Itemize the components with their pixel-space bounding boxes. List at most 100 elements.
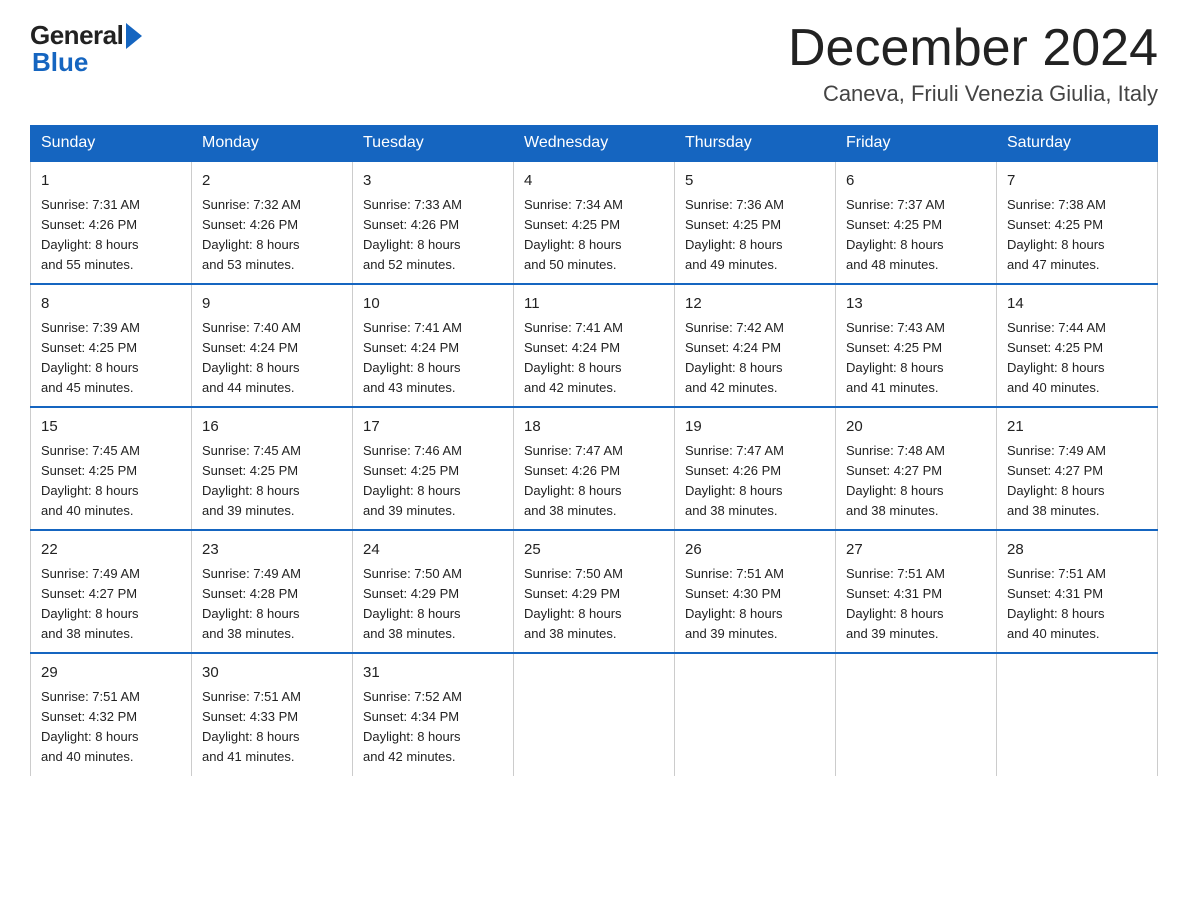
day-number: 5 xyxy=(685,170,825,193)
day-info: Sunrise: 7:50 AM Sunset: 4:29 PM Dayligh… xyxy=(524,564,664,645)
table-row xyxy=(514,653,675,775)
table-row: 22 Sunrise: 7:49 AM Sunset: 4:27 PM Dayl… xyxy=(31,530,192,653)
col-monday: Monday xyxy=(192,126,353,162)
col-friday: Friday xyxy=(836,126,997,162)
day-info: Sunrise: 7:50 AM Sunset: 4:29 PM Dayligh… xyxy=(363,564,503,645)
table-row xyxy=(836,653,997,775)
table-row xyxy=(997,653,1158,775)
day-number: 3 xyxy=(363,170,503,193)
table-row: 31 Sunrise: 7:52 AM Sunset: 4:34 PM Dayl… xyxy=(353,653,514,775)
logo-blue: Blue xyxy=(32,47,88,78)
day-info: Sunrise: 7:31 AM Sunset: 4:26 PM Dayligh… xyxy=(41,195,181,276)
calendar-week-row: 8 Sunrise: 7:39 AM Sunset: 4:25 PM Dayli… xyxy=(31,284,1158,407)
calendar-week-row: 15 Sunrise: 7:45 AM Sunset: 4:25 PM Dayl… xyxy=(31,407,1158,530)
col-thursday: Thursday xyxy=(675,126,836,162)
day-number: 25 xyxy=(524,539,664,562)
calendar-week-row: 22 Sunrise: 7:49 AM Sunset: 4:27 PM Dayl… xyxy=(31,530,1158,653)
day-info: Sunrise: 7:39 AM Sunset: 4:25 PM Dayligh… xyxy=(41,318,181,399)
day-number: 24 xyxy=(363,539,503,562)
day-info: Sunrise: 7:40 AM Sunset: 4:24 PM Dayligh… xyxy=(202,318,342,399)
day-number: 6 xyxy=(846,170,986,193)
day-number: 2 xyxy=(202,170,342,193)
table-row: 9 Sunrise: 7:40 AM Sunset: 4:24 PM Dayli… xyxy=(192,284,353,407)
day-number: 18 xyxy=(524,416,664,439)
day-number: 27 xyxy=(846,539,986,562)
table-row: 25 Sunrise: 7:50 AM Sunset: 4:29 PM Dayl… xyxy=(514,530,675,653)
table-row: 20 Sunrise: 7:48 AM Sunset: 4:27 PM Dayl… xyxy=(836,407,997,530)
table-row: 21 Sunrise: 7:49 AM Sunset: 4:27 PM Dayl… xyxy=(997,407,1158,530)
day-info: Sunrise: 7:51 AM Sunset: 4:31 PM Dayligh… xyxy=(846,564,986,645)
table-row: 3 Sunrise: 7:33 AM Sunset: 4:26 PM Dayli… xyxy=(353,161,514,284)
day-info: Sunrise: 7:46 AM Sunset: 4:25 PM Dayligh… xyxy=(363,441,503,522)
table-row: 15 Sunrise: 7:45 AM Sunset: 4:25 PM Dayl… xyxy=(31,407,192,530)
title-block: December 2024 Caneva, Friuli Venezia Giu… xyxy=(788,20,1158,107)
day-info: Sunrise: 7:42 AM Sunset: 4:24 PM Dayligh… xyxy=(685,318,825,399)
calendar-week-row: 29 Sunrise: 7:51 AM Sunset: 4:32 PM Dayl… xyxy=(31,653,1158,775)
day-info: Sunrise: 7:51 AM Sunset: 4:31 PM Dayligh… xyxy=(1007,564,1147,645)
logo: General Blue xyxy=(30,20,144,78)
table-row: 27 Sunrise: 7:51 AM Sunset: 4:31 PM Dayl… xyxy=(836,530,997,653)
day-info: Sunrise: 7:41 AM Sunset: 4:24 PM Dayligh… xyxy=(524,318,664,399)
table-row xyxy=(675,653,836,775)
day-number: 8 xyxy=(41,293,181,316)
day-number: 4 xyxy=(524,170,664,193)
day-info: Sunrise: 7:43 AM Sunset: 4:25 PM Dayligh… xyxy=(846,318,986,399)
day-info: Sunrise: 7:47 AM Sunset: 4:26 PM Dayligh… xyxy=(524,441,664,522)
day-info: Sunrise: 7:44 AM Sunset: 4:25 PM Dayligh… xyxy=(1007,318,1147,399)
table-row: 29 Sunrise: 7:51 AM Sunset: 4:32 PM Dayl… xyxy=(31,653,192,775)
day-info: Sunrise: 7:47 AM Sunset: 4:26 PM Dayligh… xyxy=(685,441,825,522)
day-number: 7 xyxy=(1007,170,1147,193)
day-number: 16 xyxy=(202,416,342,439)
day-number: 19 xyxy=(685,416,825,439)
day-number: 9 xyxy=(202,293,342,316)
table-row: 26 Sunrise: 7:51 AM Sunset: 4:30 PM Dayl… xyxy=(675,530,836,653)
logo-arrow-icon xyxy=(126,23,142,49)
day-info: Sunrise: 7:37 AM Sunset: 4:25 PM Dayligh… xyxy=(846,195,986,276)
table-row: 7 Sunrise: 7:38 AM Sunset: 4:25 PM Dayli… xyxy=(997,161,1158,284)
day-info: Sunrise: 7:32 AM Sunset: 4:26 PM Dayligh… xyxy=(202,195,342,276)
page-header: General Blue December 2024 Caneva, Friul… xyxy=(30,20,1158,107)
table-row: 11 Sunrise: 7:41 AM Sunset: 4:24 PM Dayl… xyxy=(514,284,675,407)
calendar-week-row: 1 Sunrise: 7:31 AM Sunset: 4:26 PM Dayli… xyxy=(31,161,1158,284)
col-saturday: Saturday xyxy=(997,126,1158,162)
col-sunday: Sunday xyxy=(31,126,192,162)
day-number: 1 xyxy=(41,170,181,193)
table-row: 23 Sunrise: 7:49 AM Sunset: 4:28 PM Dayl… xyxy=(192,530,353,653)
table-row: 24 Sunrise: 7:50 AM Sunset: 4:29 PM Dayl… xyxy=(353,530,514,653)
page-title: December 2024 xyxy=(788,20,1158,77)
table-row: 28 Sunrise: 7:51 AM Sunset: 4:31 PM Dayl… xyxy=(997,530,1158,653)
table-row: 6 Sunrise: 7:37 AM Sunset: 4:25 PM Dayli… xyxy=(836,161,997,284)
day-number: 17 xyxy=(363,416,503,439)
day-number: 31 xyxy=(363,662,503,685)
day-number: 23 xyxy=(202,539,342,562)
day-info: Sunrise: 7:52 AM Sunset: 4:34 PM Dayligh… xyxy=(363,687,503,768)
day-number: 26 xyxy=(685,539,825,562)
table-row: 5 Sunrise: 7:36 AM Sunset: 4:25 PM Dayli… xyxy=(675,161,836,284)
table-row: 2 Sunrise: 7:32 AM Sunset: 4:26 PM Dayli… xyxy=(192,161,353,284)
col-tuesday: Tuesday xyxy=(353,126,514,162)
day-number: 20 xyxy=(846,416,986,439)
table-row: 12 Sunrise: 7:42 AM Sunset: 4:24 PM Dayl… xyxy=(675,284,836,407)
day-info: Sunrise: 7:51 AM Sunset: 4:30 PM Dayligh… xyxy=(685,564,825,645)
day-info: Sunrise: 7:33 AM Sunset: 4:26 PM Dayligh… xyxy=(363,195,503,276)
day-number: 12 xyxy=(685,293,825,316)
day-info: Sunrise: 7:36 AM Sunset: 4:25 PM Dayligh… xyxy=(685,195,825,276)
table-row: 30 Sunrise: 7:51 AM Sunset: 4:33 PM Dayl… xyxy=(192,653,353,775)
day-info: Sunrise: 7:51 AM Sunset: 4:33 PM Dayligh… xyxy=(202,687,342,768)
table-row: 13 Sunrise: 7:43 AM Sunset: 4:25 PM Dayl… xyxy=(836,284,997,407)
table-row: 4 Sunrise: 7:34 AM Sunset: 4:25 PM Dayli… xyxy=(514,161,675,284)
day-number: 30 xyxy=(202,662,342,685)
day-info: Sunrise: 7:38 AM Sunset: 4:25 PM Dayligh… xyxy=(1007,195,1147,276)
calendar-header-row: Sunday Monday Tuesday Wednesday Thursday… xyxy=(31,126,1158,162)
table-row: 10 Sunrise: 7:41 AM Sunset: 4:24 PM Dayl… xyxy=(353,284,514,407)
day-info: Sunrise: 7:49 AM Sunset: 4:28 PM Dayligh… xyxy=(202,564,342,645)
day-number: 11 xyxy=(524,293,664,316)
table-row: 8 Sunrise: 7:39 AM Sunset: 4:25 PM Dayli… xyxy=(31,284,192,407)
table-row: 19 Sunrise: 7:47 AM Sunset: 4:26 PM Dayl… xyxy=(675,407,836,530)
day-info: Sunrise: 7:51 AM Sunset: 4:32 PM Dayligh… xyxy=(41,687,181,768)
table-row: 14 Sunrise: 7:44 AM Sunset: 4:25 PM Dayl… xyxy=(997,284,1158,407)
day-number: 15 xyxy=(41,416,181,439)
calendar-table: Sunday Monday Tuesday Wednesday Thursday… xyxy=(30,125,1158,775)
day-info: Sunrise: 7:45 AM Sunset: 4:25 PM Dayligh… xyxy=(41,441,181,522)
day-info: Sunrise: 7:41 AM Sunset: 4:24 PM Dayligh… xyxy=(363,318,503,399)
